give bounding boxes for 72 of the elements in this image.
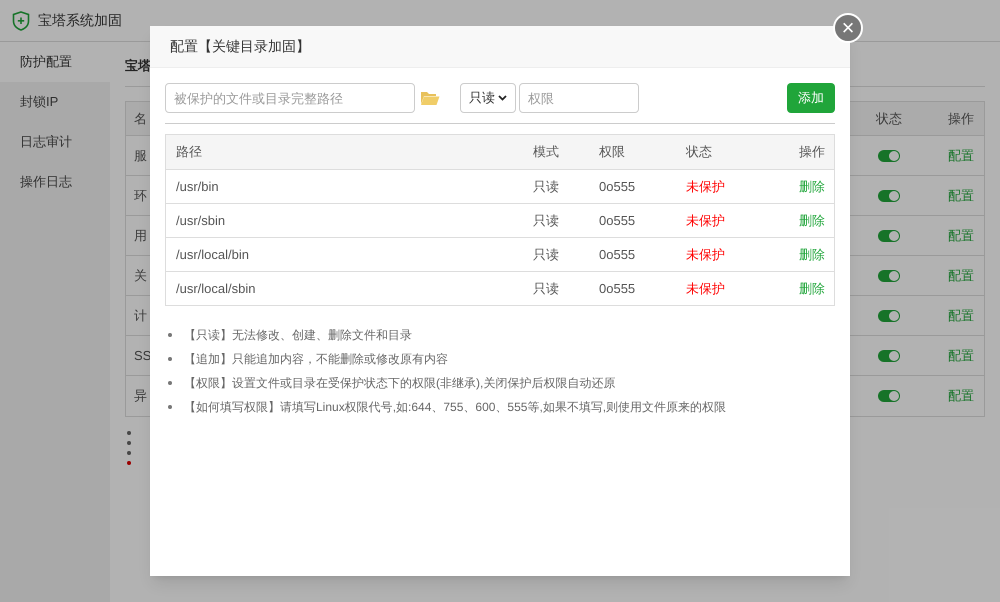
close-button[interactable]: × (833, 13, 863, 43)
column-header: 模式 (533, 143, 560, 162)
delete-link[interactable]: 删除 (799, 212, 825, 228)
table-cell-text: 只读 (533, 212, 560, 230)
table-cell: 异 (134, 388, 147, 404)
config-link[interactable]: 配置 (948, 348, 974, 363)
folder-icon[interactable] (420, 90, 440, 106)
table-cell-text: /usr/local/bin (175, 246, 250, 264)
toggle-switch[interactable] (878, 230, 900, 242)
sidebar-item[interactable]: 封锁IP (0, 82, 110, 122)
section-heading: 宝塔 (125, 58, 151, 73)
add-button[interactable]: 添加 (787, 83, 835, 113)
note-text: 【如何填写权限】请填写Linux权限代号,如:644、755、600、555等,如果不填写,则使用文件原来的权限 (184, 399, 726, 416)
column-header: 权限 (599, 143, 626, 162)
table-cell-text: /usr/local/sbin (175, 280, 256, 298)
sidebar-item[interactable]: 防护配置 (0, 42, 110, 82)
table-cell-text: 只读 (533, 280, 560, 298)
toggle-switch[interactable] (878, 150, 900, 162)
table-cell: 服 (134, 148, 147, 163)
table-cell: SS (134, 348, 152, 363)
note-text: 【只读】无法修改、创建、删除文件和目录 (184, 327, 412, 344)
delete-link[interactable]: 删除 (799, 178, 825, 194)
toggle-switch[interactable] (878, 350, 900, 362)
table-cell: 环 (134, 188, 147, 203)
note-text: 【权限】设置文件或目录在受保护状态下的权限(非继承),关闭保护后权限自动还原 (184, 375, 616, 392)
chevron-down-icon (498, 95, 507, 101)
table-cell: 关 (134, 268, 147, 283)
delete-link[interactable]: 删除 (799, 246, 825, 262)
delete-link[interactable]: 删除 (799, 280, 825, 296)
column-header: 名 (134, 110, 147, 126)
toggle-switch[interactable] (878, 270, 900, 282)
bullet-icon (168, 333, 172, 337)
status-text: 未保护 (686, 280, 725, 296)
permission-input-field[interactable]: 权限 (519, 83, 639, 113)
table-cell-text: 0o555 (599, 246, 636, 264)
table-cell-text: 0o555 (599, 212, 636, 230)
toggle-switch[interactable] (878, 390, 900, 402)
table-cell: 用 (134, 228, 147, 243)
path-input-field[interactable]: 被保护的文件或目录完整路径 (165, 83, 415, 113)
bullet-icon (168, 357, 172, 361)
app-title: 宝塔系统加固 (38, 11, 122, 30)
toggle-switch[interactable] (878, 310, 900, 322)
status-text: 未保护 (686, 212, 725, 228)
column-header: 操作 (948, 110, 974, 126)
column-header: 路径 (175, 143, 203, 162)
table-cell: 计 (134, 308, 147, 323)
toggle-switch[interactable] (878, 190, 900, 202)
config-link[interactable]: 配置 (948, 188, 974, 203)
mode-select[interactable]: 只读 (460, 83, 516, 113)
config-link[interactable]: 配置 (948, 308, 974, 323)
bullet-icon (168, 405, 172, 409)
table-cell-text: /usr/sbin (175, 212, 226, 230)
sidebar-item[interactable]: 日志审计 (0, 122, 110, 162)
dialog-title: 配置【关键目录加固】 (170, 37, 310, 56)
config-link[interactable]: 配置 (948, 268, 974, 283)
status-text: 未保护 (686, 178, 725, 194)
table-cell-text: /usr/bin (175, 178, 220, 196)
note-text: 【追加】只能追加内容，不能删除或修改原有内容 (184, 351, 448, 368)
column-header: 状态 (686, 143, 713, 162)
table-cell-text: 只读 (533, 246, 560, 264)
config-link[interactable]: 配置 (948, 148, 974, 163)
table-cell-text: 只读 (533, 178, 560, 196)
config-link[interactable]: 配置 (948, 228, 974, 243)
column-header: 操作 (798, 143, 826, 162)
sidebar-item[interactable]: 操作日志 (0, 162, 110, 202)
table-cell-text: 0o555 (599, 178, 636, 196)
bullet-icon (168, 381, 172, 385)
config-link[interactable]: 配置 (948, 388, 974, 404)
status-text: 未保护 (686, 246, 725, 262)
table-cell-text: 0o555 (599, 280, 636, 298)
shield-icon (12, 10, 30, 30)
column-header: 状态 (876, 110, 902, 126)
